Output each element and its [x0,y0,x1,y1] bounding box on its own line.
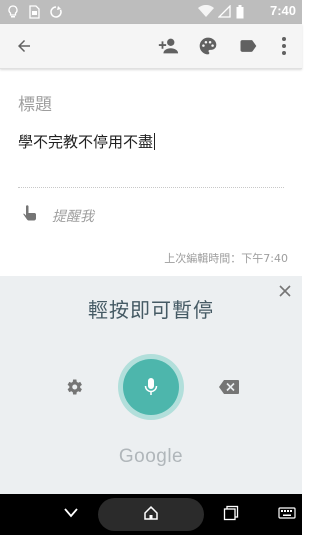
label-icon [240,40,257,52]
nav-back-icon[interactable] [63,505,79,521]
note-body-text: 學不完教不停用不盡 [18,133,154,151]
note-divider [18,187,284,188]
microphone-icon [144,378,158,395]
more-options-button[interactable] [272,34,296,58]
voice-input-panel: 輕按即可暫停 Google [0,276,302,494]
reminder-hand-icon [23,205,36,221]
add-collaborator-button[interactable] [156,34,180,58]
gear-icon[interactable] [64,377,84,397]
back-arrow-icon [18,40,30,52]
sync-icon [50,6,62,18]
app-bar [0,24,302,69]
wifi-icon [198,5,214,17]
status-bar: 7:40 [0,0,302,24]
sim-card-icon [29,5,40,19]
note-title-field[interactable]: 標題 [18,90,52,115]
mic-button[interactable] [123,359,179,415]
navigation-bar [0,494,302,535]
home-icon[interactable] [143,505,159,521]
label-button[interactable] [236,34,260,58]
note-body-field[interactable]: 學不完教不停用不盡 [18,131,156,152]
google-logo: Google [118,446,184,467]
back-button[interactable] [12,34,36,58]
backspace-icon[interactable] [218,379,240,395]
reminder-button[interactable] [22,205,38,227]
palette-icon [199,37,217,55]
voice-prompt-text: 輕按即可暫停 [88,298,214,322]
status-time: 7:40 [269,3,296,18]
recents-icon[interactable] [223,505,239,521]
battery-icon [236,5,244,19]
last-edited-text: 上次編輯時間：下午7:40 [164,252,288,265]
color-button[interactable] [196,34,220,58]
reminder-label[interactable]: 提醒我 [52,206,94,226]
add-collaborator-icon [158,38,179,54]
keyboard-icon[interactable] [278,505,296,521]
bulb-icon [8,5,18,18]
more-vert-icon [282,37,286,55]
text-cursor [154,133,156,150]
signal-icon [218,5,231,18]
